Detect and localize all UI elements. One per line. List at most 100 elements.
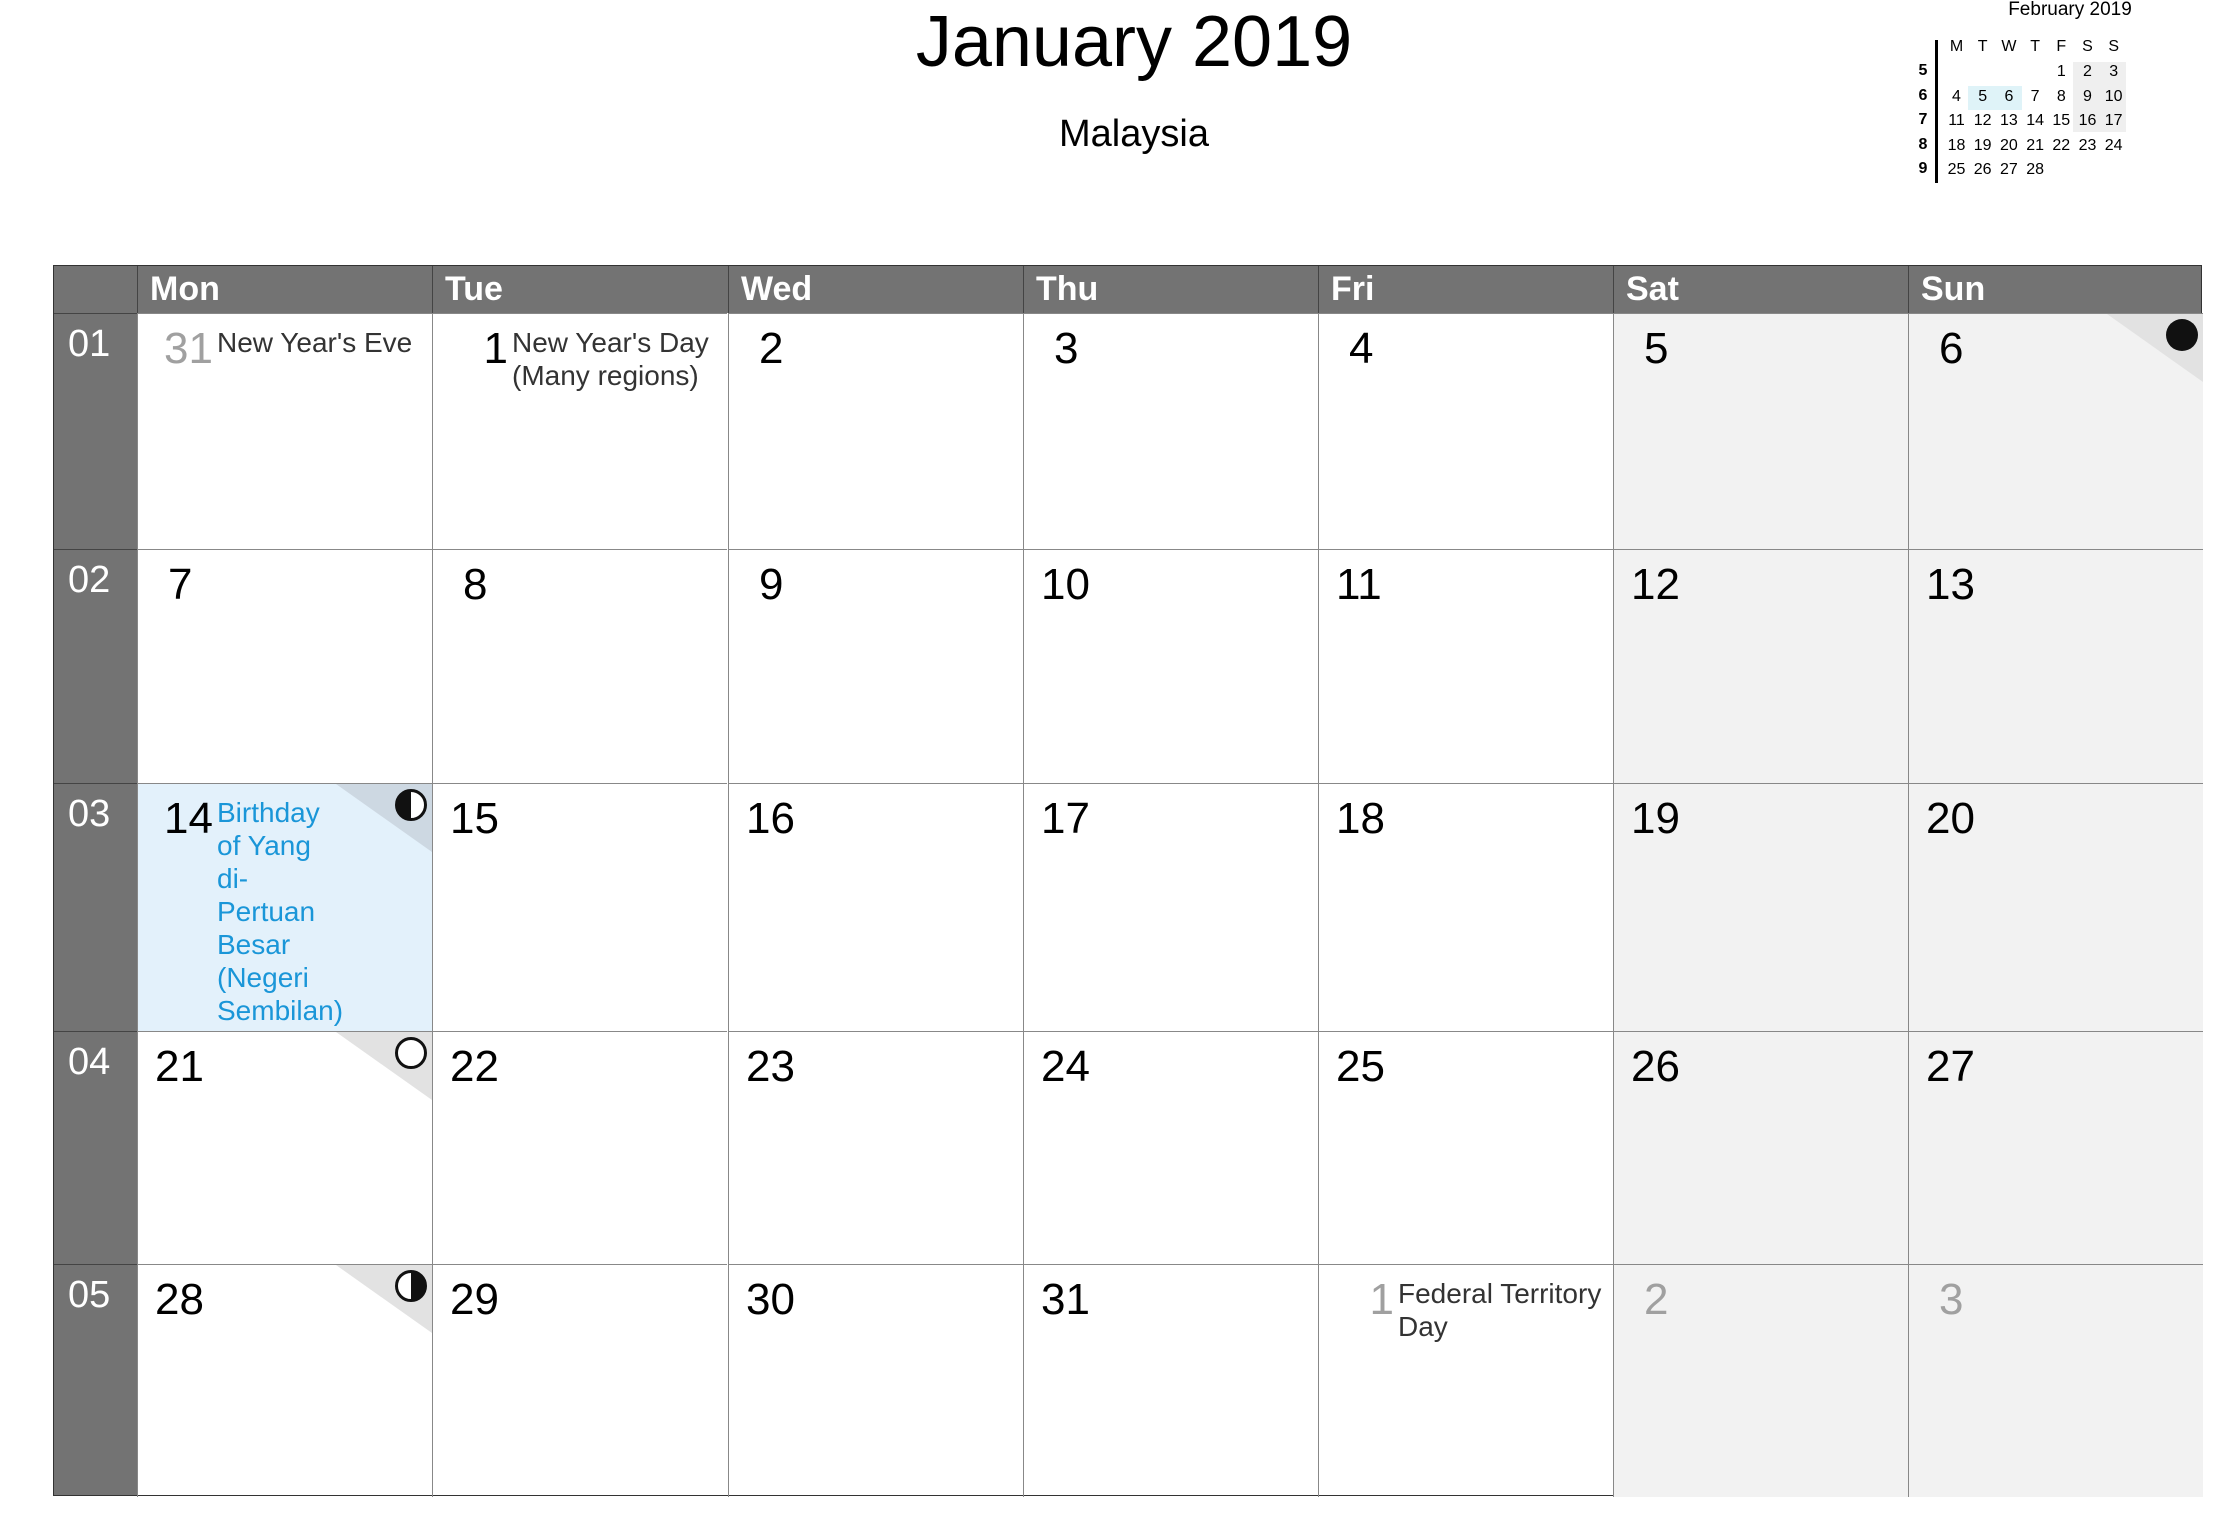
day-cell[interactable]: 3 bbox=[1023, 313, 1318, 549]
day-cell[interactable]: 2 bbox=[1613, 1264, 1908, 1497]
day-number: 27 bbox=[1926, 1042, 1975, 1091]
day-cell[interactable]: 12 bbox=[1613, 549, 1908, 783]
day-number: 19 bbox=[1631, 794, 1680, 843]
mini-day: 17 bbox=[2104, 112, 2123, 130]
holiday-event-label[interactable]: Birthday of Yang di- Pertuan Besar (Nege… bbox=[217, 796, 343, 1027]
day-number: 24 bbox=[1041, 1042, 1090, 1091]
region-subtitle: Malaysia bbox=[1059, 113, 1209, 155]
day-cell[interactable]: 29 bbox=[432, 1264, 727, 1497]
day-cell[interactable]: 7 bbox=[137, 549, 432, 783]
day-cell[interactable]: 24 bbox=[1023, 1031, 1318, 1264]
day-number: 3 bbox=[1054, 324, 1079, 373]
mini-week-number: 9 bbox=[1918, 160, 1928, 178]
day-number: 29 bbox=[450, 1275, 499, 1324]
day-number: 9 bbox=[759, 560, 784, 609]
day-cell[interactable]: 31 bbox=[1023, 1264, 1318, 1497]
week-number: 05 bbox=[54, 1264, 137, 1497]
week-number: 02 bbox=[54, 549, 137, 783]
mini-week-number: 7 bbox=[1918, 111, 1928, 129]
day-number: 1 bbox=[1369, 1275, 1394, 1324]
day-number: 30 bbox=[746, 1275, 795, 1324]
day-number: 2 bbox=[1644, 1275, 1669, 1324]
day-header-fri: Fri bbox=[1318, 266, 1613, 313]
day-cell[interactable]: 22 bbox=[432, 1031, 727, 1264]
day-cell[interactable]: 15 bbox=[432, 783, 727, 1031]
day-number: 11 bbox=[1336, 560, 1382, 609]
day-cell[interactable]: 1 Federal Territory Day bbox=[1318, 1264, 1613, 1497]
day-cell[interactable]: 11 bbox=[1318, 549, 1613, 783]
day-header-sun: Sun bbox=[1908, 266, 2203, 313]
day-cell[interactable]: 5 bbox=[1613, 313, 1908, 549]
mini-week-number: 5 bbox=[1918, 62, 1928, 79]
day-number: 7 bbox=[168, 560, 193, 609]
day-number: 21 bbox=[155, 1042, 204, 1091]
day-cell[interactable]: 18 bbox=[1318, 783, 1613, 1031]
full-moon-icon bbox=[394, 1036, 428, 1070]
day-number: 17 bbox=[1041, 794, 1090, 843]
mini-week-number: 6 bbox=[1918, 86, 1928, 104]
day-number: 18 bbox=[1336, 794, 1385, 843]
last-quarter-moon-icon bbox=[394, 1269, 428, 1303]
day-cell[interactable]: 31 New Year's Eve bbox=[137, 313, 432, 549]
day-number: 2 bbox=[759, 324, 784, 373]
mini-day: 28 bbox=[2026, 161, 2044, 179]
event-label[interactable]: Federal Territory Day bbox=[1398, 1277, 1603, 1343]
day-number: 25 bbox=[1336, 1042, 1385, 1091]
day-header-sat: Sat bbox=[1613, 266, 1908, 313]
first-quarter-moon-icon bbox=[394, 788, 428, 822]
day-header-row: Mon Tue Wed Thu Fri Sat Sun bbox=[54, 266, 2201, 313]
event-label[interactable]: New Year's Eve bbox=[217, 326, 422, 359]
day-number: 14 bbox=[164, 794, 213, 843]
day-cell[interactable]: 21 bbox=[137, 1031, 432, 1264]
day-cell[interactable]: 2 bbox=[728, 313, 1023, 549]
day-header-wed: Wed bbox=[728, 266, 1023, 313]
mini-calendar-february: February 2019 M T W T F S S 5 1 2 3 6 4 5 6 7 8 9 10 7 11 12 1… bbox=[1905, 0, 2225, 190]
month-grid: Mon Tue Wed Thu Fri Sat Sun 01 31 New Year's Eve… bbox=[53, 265, 2203, 1497]
day-number: 23 bbox=[746, 1042, 795, 1091]
day-cell[interactable]: 6 bbox=[1908, 313, 2203, 549]
day-cell[interactable]: 10 bbox=[1023, 549, 1318, 783]
day-cell[interactable]: 17 bbox=[1023, 783, 1318, 1031]
day-cell[interactable]: 27 bbox=[1908, 1031, 2203, 1264]
day-cell[interactable]: 19 bbox=[1613, 783, 1908, 1031]
day-number: 31 bbox=[164, 324, 213, 373]
day-number: 16 bbox=[746, 794, 795, 843]
day-cell[interactable]: 26 bbox=[1613, 1031, 1908, 1264]
day-number: 3 bbox=[1939, 1275, 1964, 1324]
day-cell[interactable]: 1 New Year's Day (Many regions) bbox=[432, 313, 727, 549]
day-header-tue: Tue bbox=[432, 266, 727, 313]
day-number: 31 bbox=[1041, 1275, 1090, 1324]
day-cell[interactable]: 30 bbox=[728, 1264, 1023, 1497]
day-cell[interactable]: 14 Birthday of Yang di- Pertuan Besar (Ne… bbox=[137, 783, 432, 1031]
day-cell[interactable]: 28 bbox=[137, 1264, 432, 1497]
day-number: 22 bbox=[450, 1042, 499, 1091]
day-number: 26 bbox=[1631, 1042, 1680, 1091]
new-moon-icon bbox=[2165, 318, 2199, 352]
day-number: 10 bbox=[1041, 560, 1090, 609]
mini-calendar-title: February 2019 bbox=[2008, 0, 2132, 20]
mini-day: 24 bbox=[2104, 136, 2123, 154]
day-cell[interactable]: 3 bbox=[1908, 1264, 2203, 1497]
day-cell[interactable]: 25 bbox=[1318, 1031, 1613, 1264]
day-cell[interactable]: 4 bbox=[1318, 313, 1613, 549]
day-cell[interactable]: 9 bbox=[728, 549, 1023, 783]
day-cell[interactable]: 23 bbox=[728, 1031, 1023, 1264]
mini-week-number: 8 bbox=[1918, 135, 1928, 153]
week-number: 03 bbox=[54, 783, 137, 1031]
day-header-mon: Mon bbox=[137, 266, 432, 313]
day-number: 4 bbox=[1349, 324, 1374, 373]
day-number: 15 bbox=[450, 794, 499, 843]
day-number: 13 bbox=[1926, 560, 1975, 609]
day-cell[interactable]: 20 bbox=[1908, 783, 2203, 1031]
day-cell[interactable]: 8 bbox=[432, 549, 727, 783]
event-label[interactable]: New Year's Day (Many regions) bbox=[512, 326, 717, 392]
week-number: 01 bbox=[54, 313, 137, 549]
day-number: 1 bbox=[483, 324, 508, 373]
mini-day-header: S bbox=[2108, 38, 2120, 55]
page-title: January 2019 bbox=[915, 2, 1353, 82]
day-number: 5 bbox=[1644, 324, 1669, 373]
day-number: 20 bbox=[1926, 794, 1975, 843]
day-cell[interactable]: 16 bbox=[728, 783, 1023, 1031]
mini-day: 10 bbox=[2104, 87, 2123, 105]
day-cell[interactable]: 13 bbox=[1908, 549, 2203, 783]
